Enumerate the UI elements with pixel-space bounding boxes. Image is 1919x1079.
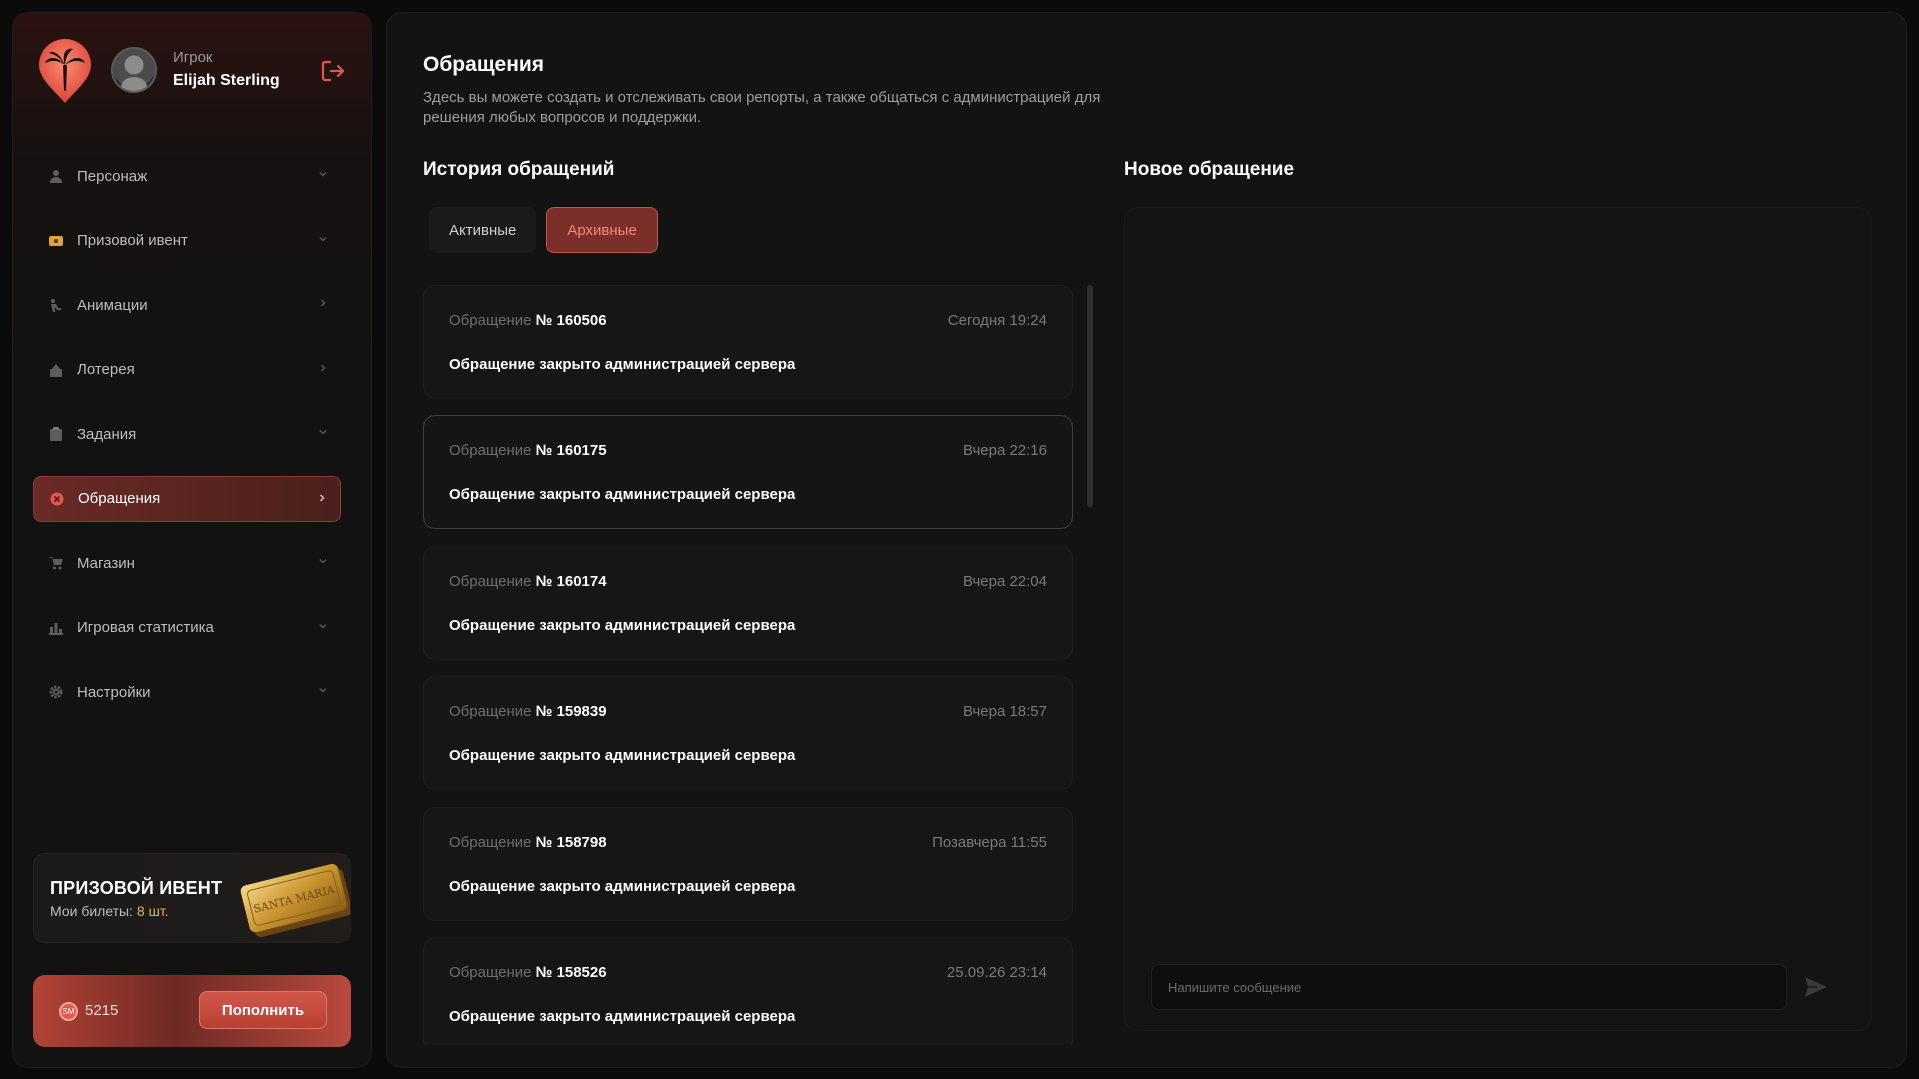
stats-icon — [47, 619, 65, 637]
ticket-status: Обращение закрыто администрацией сервера — [449, 1008, 796, 1025]
event-tickets: Мои билеты: 8 шт. — [50, 903, 169, 919]
send-icon[interactable] — [1803, 974, 1829, 1000]
ticket-number: Обращение № 160174 — [449, 573, 607, 590]
balance-card: SM 5215 Пополнить — [33, 975, 351, 1047]
ticket-status: Обращение закрыто администрацией сервера — [449, 747, 796, 764]
ticket-time: Вчера 18:57 — [962, 703, 1047, 720]
ticket-list: Обращение № 160506 Сегодня 19:24 Обращен… — [423, 285, 1073, 1045]
ticket-number: Обращение № 159839 — [449, 703, 607, 720]
sidebar-item-label: Анимации — [77, 296, 148, 314]
prize-event-card[interactable]: ПРИЗОВОЙ ИВЕНТ Мои билеты: 8 шт. SANTA M… — [33, 853, 351, 943]
sidebar-item-label: Персонаж — [77, 167, 148, 185]
event-tickets-value: 8 шт. — [136, 903, 169, 919]
history-title: История обращений — [423, 159, 615, 180]
ticket-item[interactable]: Обращение № 159839 Вчера 18:57 Обращение… — [423, 676, 1073, 790]
user-icon — [47, 167, 65, 185]
ticket-number: Обращение № 160175 — [449, 442, 607, 459]
chevron-right-icon — [320, 363, 326, 372]
ticket-time: Сегодня 19:24 — [947, 312, 1047, 329]
balance-value: 5215 — [85, 1002, 119, 1019]
sidebar-item-shop[interactable]: Магазин — [33, 540, 341, 586]
sidebar-item-label: Игровая статистика — [77, 619, 214, 636]
ticket-number: Обращение № 158798 — [449, 834, 607, 851]
ticket-status: Обращение закрыто администрацией сервера — [449, 486, 796, 503]
chevron-down-icon — [319, 171, 327, 177]
ticket-item[interactable]: Обращение № 158526 25.09.26 23:14 Обраще… — [423, 937, 1073, 1045]
sidebar-nav: Персонаж Призовой ивент Анимации Лотерея — [33, 153, 341, 734]
ticket-number: Обращение № 158526 — [449, 964, 607, 981]
lottery-icon — [47, 361, 65, 379]
ticket-time: Вчера 22:04 — [962, 573, 1047, 590]
ticket-icon — [47, 232, 65, 250]
logout-icon[interactable] — [319, 57, 347, 85]
chevron-down-icon — [319, 558, 327, 564]
scrollbar-thumb[interactable] — [1087, 285, 1093, 507]
tab-active[interactable]: Активные — [429, 207, 537, 253]
ticket-status: Обращение закрыто администрацией сервера — [449, 878, 796, 895]
support-icon — [48, 490, 66, 508]
cart-icon — [47, 554, 65, 572]
sidebar-item-label: Настройки — [77, 683, 151, 701]
sidebar-item-label: Призовой ивент — [77, 232, 188, 249]
tab-archived[interactable]: Архивные — [546, 207, 658, 253]
ticket-item[interactable]: Обращение № 160174 Вчера 22:04 Обращение… — [423, 546, 1073, 660]
sidebar-item-label: Задания — [77, 425, 137, 443]
ticket-time: Позавчера 11:55 — [932, 834, 1047, 851]
animation-icon — [47, 296, 65, 314]
topup-button[interactable]: Пополнить — [199, 991, 327, 1029]
sidebar-item-label: Лотерея — [77, 361, 135, 378]
new-ticket-title: Новое обращение — [1124, 159, 1295, 180]
sidebar-item-game-stats[interactable]: Игровая статистика — [33, 605, 341, 651]
ticket-number: Обращение № 160506 — [449, 312, 607, 329]
ticket-time: Вчера 22:16 — [962, 442, 1047, 459]
page-description: Здесь вы можете создать и отслеживать св… — [423, 89, 1101, 126]
sidebar-item-lottery[interactable]: Лотерея — [33, 347, 341, 393]
profile-block: Игрок Elijah Sterling — [37, 39, 347, 109]
ticket-status: Обращение закрыто администрацией сервера — [449, 356, 796, 373]
chevron-right-icon — [320, 299, 326, 307]
message-input[interactable] — [1151, 964, 1787, 1010]
gear-icon — [47, 683, 65, 701]
chevron-down-icon — [319, 429, 327, 435]
coin-icon: SM — [59, 1002, 78, 1021]
sidebar-item-settings[interactable]: Настройки — [33, 669, 341, 715]
ticket-item[interactable]: Обращение № 160506 Сегодня 19:24 Обращен… — [423, 285, 1073, 399]
history-tabs: Активные Архивные — [429, 207, 658, 253]
sidebar-item-prize-event[interactable]: Призовой ивент — [33, 218, 341, 264]
event-title: ПРИЗОВОЙ ИВЕНТ — [50, 878, 223, 898]
chevron-down-icon — [319, 687, 327, 693]
event-tickets-label: Мои билеты: — [50, 903, 134, 919]
ticket-item[interactable]: Обращение № 160175 Вчера 22:16 Обращение… — [423, 415, 1073, 529]
sidebar-item-animations[interactable]: Анимации — [33, 282, 341, 328]
sidebar-item-label: Обращения — [78, 490, 161, 507]
ticket-item[interactable]: Обращение № 158798 Позавчера 11:55 Обращ… — [423, 807, 1073, 921]
page-title: Обращения — [423, 53, 545, 76]
main-panel: Обращения Здесь вы можете создать и отсл… — [386, 12, 1907, 1068]
chevron-right-icon — [319, 493, 325, 502]
avatar[interactable] — [111, 47, 157, 93]
sidebar: Игрок Elijah Sterling Персонаж Призовой … — [12, 12, 372, 1068]
ticket-list-scrollbar[interactable] — [1087, 285, 1093, 1045]
chevron-down-icon — [319, 623, 327, 629]
profile-name: Elijah Sterling — [173, 72, 280, 89]
tasks-icon — [47, 425, 65, 443]
sidebar-item-tasks[interactable]: Задания — [33, 411, 341, 457]
ticket-time: 25.09.26 23:14 — [946, 964, 1047, 981]
sidebar-item-label: Магазин — [77, 554, 135, 572]
ticket-status: Обращение закрыто администрацией сервера — [449, 617, 796, 634]
palm-logo-icon — [39, 39, 91, 103]
chevron-down-icon — [319, 236, 327, 242]
new-ticket-chat-panel — [1124, 207, 1872, 1031]
profile-role: Игрок — [173, 49, 213, 66]
sidebar-item-character[interactable]: Персонаж — [33, 153, 341, 199]
sidebar-item-support[interactable]: Обращения — [33, 475, 341, 522]
golden-ticket-icon: SANTA MARIA — [240, 863, 350, 937]
